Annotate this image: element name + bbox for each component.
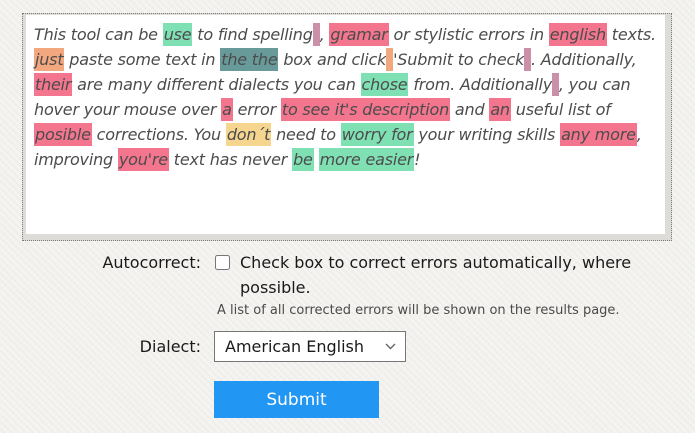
plain-text: from. Additionally — [408, 75, 552, 94]
highlighted-error-green[interactable]: chose — [361, 73, 409, 96]
highlighted-error-mauve[interactable] — [524, 48, 531, 71]
plain-text: ! — [414, 150, 420, 169]
autocorrect-label: Autocorrect: — [0, 250, 208, 275]
autocorrect-checkbox[interactable] — [215, 255, 230, 270]
plain-text: are many different dialects you can — [72, 75, 360, 94]
plain-text: , — [320, 25, 330, 44]
autocorrect-row: Autocorrect: Check box to correct errors… — [0, 250, 695, 318]
plain-text: and — [450, 100, 489, 119]
plain-text: . Additionally, — [531, 50, 637, 69]
highlighted-error-green[interactable]: more easier — [319, 148, 415, 171]
highlighted-error-mauve[interactable] — [313, 23, 320, 46]
highlighted-error-green[interactable]: worry for — [341, 123, 414, 146]
highlighted-error-pink[interactable]: you're — [118, 148, 169, 171]
highlighted-error-mauve[interactable] — [552, 73, 559, 96]
plain-text: paste some text in — [64, 50, 220, 69]
highlighted-error-teal[interactable]: the the — [220, 48, 278, 71]
highlighted-error-yellow[interactable]: don´t — [226, 123, 271, 146]
options-form: Autocorrect: Check box to correct errors… — [0, 250, 695, 418]
highlighted-error-pink[interactable]: to see it's description — [281, 98, 450, 121]
plain-text: box and click — [278, 50, 386, 69]
highlighted-error-pink[interactable]: an — [489, 98, 511, 121]
highlighted-error-pink[interactable]: a — [221, 98, 233, 121]
highlighted-error-pink[interactable]: gramar — [329, 23, 388, 46]
highlighted-error-green[interactable]: use — [163, 23, 193, 46]
text-input-area[interactable]: This tool can be use to find spelling , … — [26, 15, 665, 234]
dialect-selected-value: American English — [225, 337, 364, 356]
autocorrect-note: A list of all corrected errors will be s… — [217, 303, 642, 318]
highlighted-error-pink[interactable]: posible — [34, 123, 92, 146]
plain-text: useful list of — [511, 100, 611, 119]
highlighted-error-pink[interactable]: english — [549, 23, 607, 46]
plain-text: to find spelling — [192, 25, 312, 44]
plain-text: corrections. You — [92, 125, 226, 144]
highlighted-error-orange[interactable]: just — [34, 48, 64, 71]
highlighted-error-pink[interactable]: their — [34, 73, 72, 96]
plain-text: 'Submit to check — [393, 50, 524, 69]
dialect-select[interactable]: American English — [214, 331, 406, 362]
dialect-label: Dialect: — [0, 334, 208, 359]
plain-text: your writing skills — [414, 125, 561, 144]
plain-text: error — [233, 100, 281, 119]
plain-text: This tool can be — [34, 25, 163, 44]
highlighted-error-pink[interactable]: any more — [560, 123, 637, 146]
highlighted-error-green[interactable]: be — [292, 148, 314, 171]
text-editor-frame: This tool can be use to find spelling , … — [22, 13, 672, 241]
plain-text: text has never — [169, 150, 292, 169]
autocorrect-description: Check box to correct errors automaticall… — [240, 250, 642, 300]
plain-text — [314, 150, 319, 169]
dialect-row: Dialect: American English — [0, 331, 695, 362]
plain-text: or stylistic errors in — [389, 25, 549, 44]
submit-button[interactable]: Submit — [214, 381, 379, 418]
plain-text: need to — [271, 125, 341, 144]
submit-row: Submit — [0, 381, 695, 418]
plain-text: texts. — [607, 25, 656, 44]
chevron-down-icon — [385, 343, 396, 350]
